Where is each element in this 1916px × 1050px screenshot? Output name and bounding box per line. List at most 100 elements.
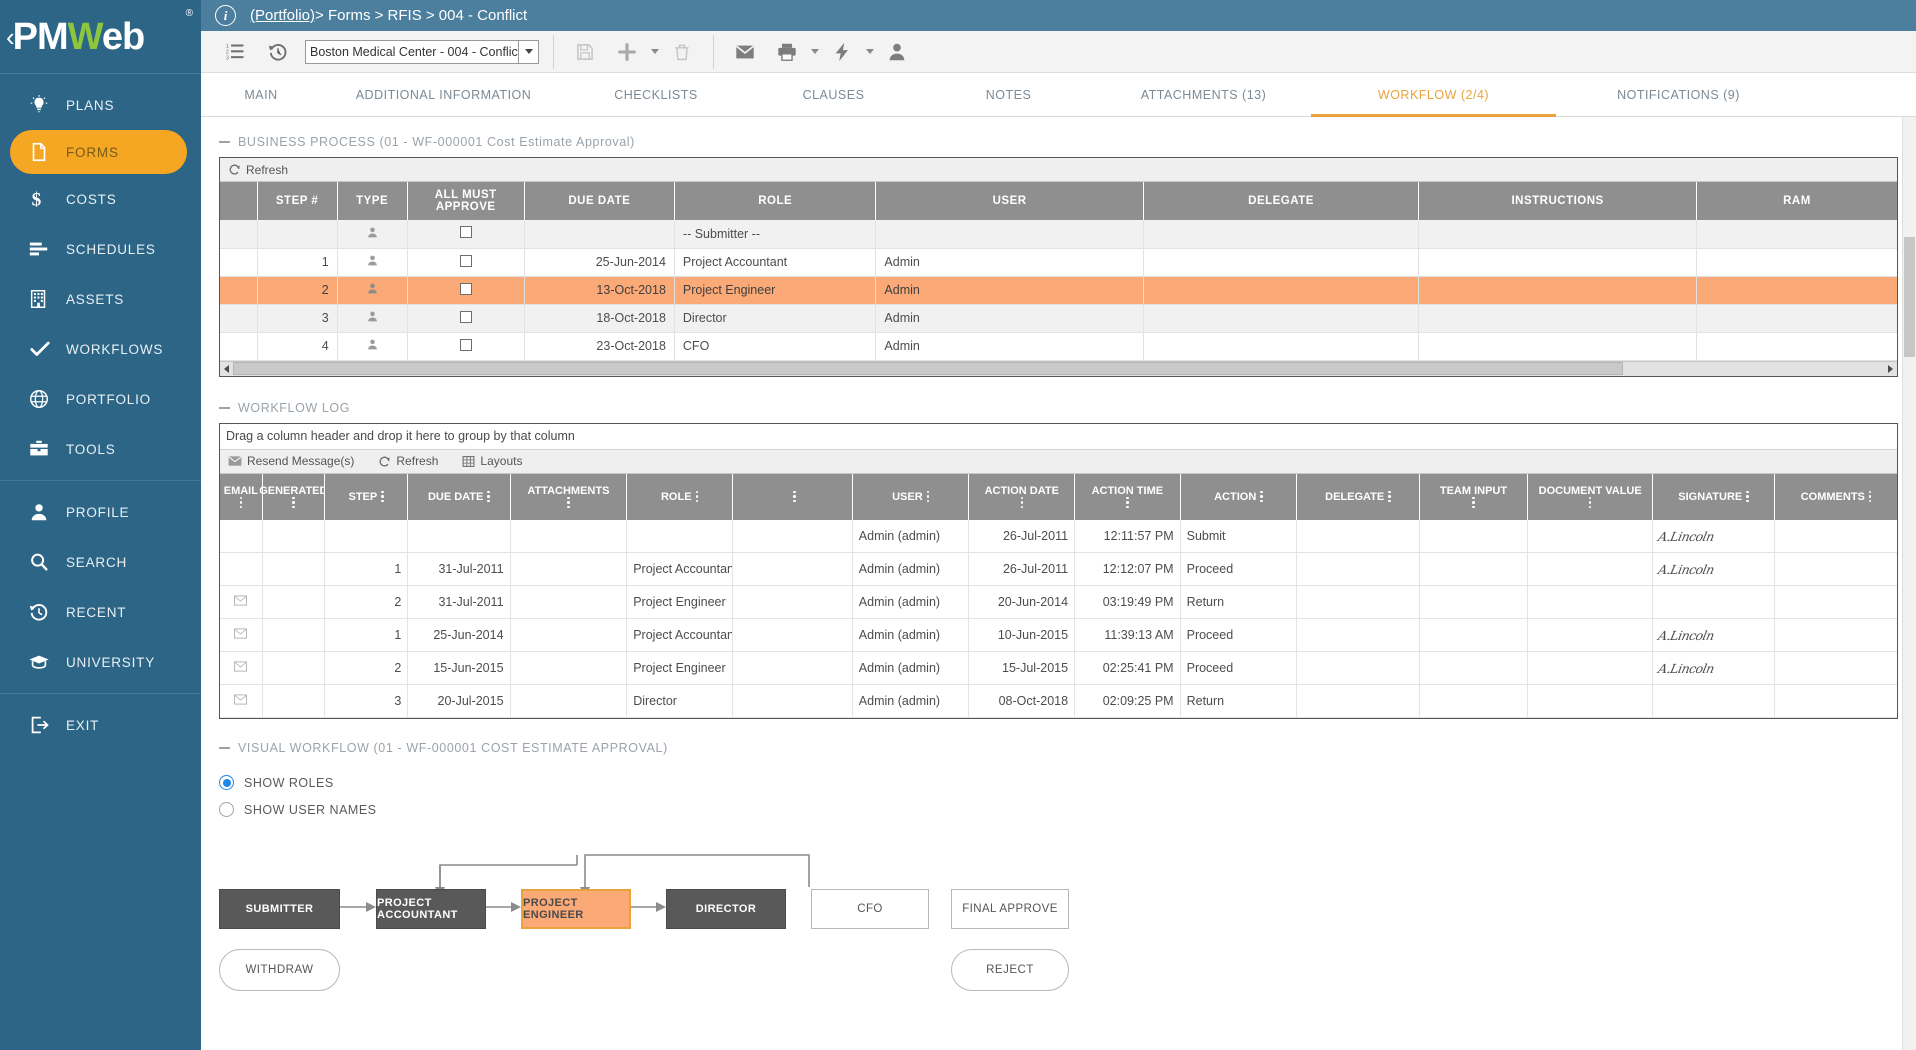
col-comments[interactable]: COMMENTS [1774,473,1897,520]
col-step[interactable]: STEP [324,473,409,520]
tab-notifications[interactable]: NOTIFICATIONS (9) [1556,73,1801,116]
tab-clauses[interactable]: CLAUSES [746,73,921,116]
col-unnamed[interactable] [732,473,853,520]
workflow-node-director[interactable]: DIRECTOR [666,889,786,929]
history-icon[interactable] [257,32,299,72]
col-generated[interactable]: GENERATED [259,473,327,520]
workflow-node-project-engineer[interactable]: PROJECT ENGINEER [521,889,631,929]
checkbox[interactable] [459,226,472,239]
checkbox[interactable] [459,254,472,267]
col-due-date[interactable]: DUE DATE [407,473,511,520]
lightning-icon[interactable] [821,32,863,72]
table-row[interactable]: 3 20-Jul-2015 Director Admin (admin) 08-… [220,684,1897,718]
col-type[interactable]: TYPE [337,182,408,220]
col-delegate[interactable]: DELEGATE [1296,473,1420,520]
print-dropdown-caret[interactable] [808,32,821,72]
col-action-time[interactable]: ACTION TIME [1074,473,1181,520]
business-process-hscrollbar[interactable] [220,360,1897,376]
row-handle[interactable] [220,276,258,305]
col-user[interactable]: USER [852,473,970,520]
reject-button[interactable]: REJECT [951,949,1069,991]
tab-checklists[interactable]: CHECKLISTS [566,73,746,116]
content-vscrollbar[interactable] [1902,117,1916,1050]
col-due-date[interactable]: DUE DATE [524,182,675,220]
scrollbar-thumb[interactable] [233,362,1623,375]
row-handle[interactable] [220,332,258,361]
sidebar-item-profile[interactable]: PROFILE [0,487,201,537]
show-user-names-radio-row[interactable]: SHOW USER NAMES [201,796,1916,823]
collapse-minus-icon[interactable] [219,141,230,143]
col-role[interactable]: ROLE [674,182,877,220]
sidebar-item-forms[interactable]: FORMS [10,130,187,174]
col-ram[interactable]: RAM [1696,182,1897,220]
tab-workflow[interactable]: WORKFLOW (2/4) [1311,73,1556,117]
actions-dropdown-caret[interactable] [863,32,876,72]
workflow-node-cfo[interactable]: CFO [811,889,929,929]
sidebar-item-assets[interactable]: ASSETS [0,274,201,324]
col-action-date[interactable]: ACTION DATE [968,473,1076,520]
show-user-names-radio[interactable] [219,802,234,817]
tab-main[interactable]: MAIN [201,73,321,116]
person-icon[interactable] [876,32,918,72]
workflow-node-final-approve[interactable]: FINAL APPROVE [951,889,1069,929]
sidebar-item-costs[interactable]: $ COSTS [0,174,201,224]
withdraw-button[interactable]: WITHDRAW [219,949,340,991]
col-role[interactable]: ROLE [626,473,733,520]
table-row[interactable]: 2 15-Jun-2015 Project Engineer Admin (ad… [220,651,1897,685]
tab-attachments[interactable]: ATTACHMENTS (13) [1096,73,1311,116]
project-select-input[interactable] [306,40,518,63]
col-delegate[interactable]: DELEGATE [1143,182,1420,220]
workflow-log-section-header[interactable]: WORKFLOW LOG [201,377,1916,423]
show-roles-radio-row[interactable]: SHOW ROLES [201,763,1916,796]
collapse-minus-icon[interactable] [219,747,230,749]
save-icon[interactable] [564,32,606,72]
workflow-node-project-accountant[interactable]: PROJECT ACCOUNTANT [376,889,486,929]
sidebar-item-tools[interactable]: TOOLS [0,424,201,474]
numbered-list-icon[interactable]: 123 [215,32,257,72]
col-instructions[interactable]: INSTRUCTIONS [1418,182,1697,220]
table-row[interactable]: 1 25-Jun-2014 Project Accountant Admin [220,248,1897,277]
cell-all-must-approve[interactable] [407,332,525,361]
col-all-must-approve[interactable]: ALL MUST APPROVE [407,182,525,220]
row-handle[interactable] [220,304,258,333]
workflow-node-submitter[interactable]: SUBMITTER [219,889,340,929]
row-handle[interactable] [220,248,258,277]
scrollbar-track[interactable] [1623,362,1884,375]
resend-messages-button[interactable]: Resend Message(s) [228,454,372,468]
col-step[interactable]: STEP # [257,182,338,220]
tab-additional-information[interactable]: ADDITIONAL INFORMATION [321,73,566,116]
trash-icon[interactable] [661,32,703,72]
table-row[interactable]: 1 31-Jul-2011 Project Accountant Admin (… [220,552,1897,586]
table-row[interactable]: 1 25-Jun-2014 Project Accountant Admin (… [220,618,1897,652]
col-email[interactable]: EMAIL [220,473,263,520]
breadcrumb-portfolio-link[interactable]: (Portfolio) [250,7,315,24]
tab-notes[interactable]: NOTES [921,73,1096,116]
business-process-section-header[interactable]: BUSINESS PROCESS (01 - WF-000001 Cost Es… [201,117,1916,157]
sidebar-item-portfolio[interactable]: PORTFOLIO [0,374,201,424]
group-by-dropzone[interactable]: Drag a column header and drop it here to… [220,423,1897,450]
table-row[interactable]: 2 13-Oct-2018 Project Engineer Admin [220,276,1897,305]
envelope-icon[interactable] [724,32,766,72]
cell-all-must-approve[interactable] [407,304,525,333]
cell-all-must-approve[interactable] [407,276,525,305]
col-action[interactable]: ACTION [1180,473,1298,520]
col-user[interactable]: USER [875,182,1144,220]
table-row[interactable]: -- Submitter -- [220,220,1897,249]
cell-all-must-approve[interactable] [407,248,525,277]
collapse-minus-icon[interactable] [219,406,230,409]
sidebar-item-university[interactable]: UNIVERSITY [0,637,201,687]
info-icon[interactable]: i [215,5,236,26]
chevron-down-icon[interactable] [518,40,538,63]
table-row[interactable]: 3 18-Oct-2018 Director Admin [220,304,1897,333]
table-row[interactable]: Admin (admin) 26-Jul-2011 12:11:57 PM Su… [220,519,1897,553]
scroll-left-icon[interactable] [220,361,233,376]
vscrollbar-thumb[interactable] [1904,237,1915,357]
sidebar-item-search[interactable]: SEARCH [0,537,201,587]
add-dropdown-caret[interactable] [648,32,661,72]
refresh-workflow-log-button[interactable]: Refresh [378,454,456,468]
add-icon[interactable] [606,32,648,72]
printer-icon[interactable] [766,32,808,72]
project-select[interactable] [305,39,539,64]
app-logo[interactable]: ‹ PMWeb ® [0,0,201,73]
sidebar-item-workflows[interactable]: WORKFLOWS [0,324,201,374]
